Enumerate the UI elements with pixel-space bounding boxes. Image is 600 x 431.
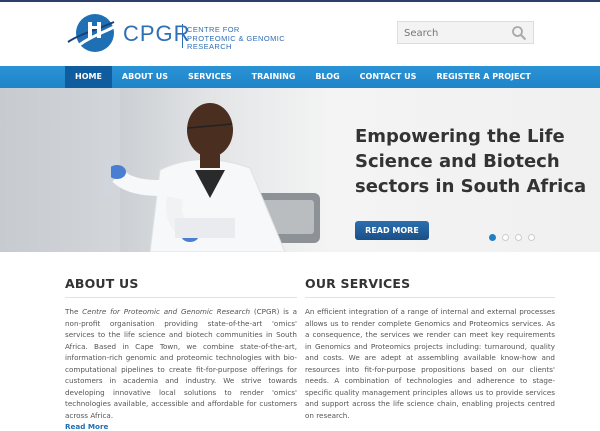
slider-dot-4[interactable] (528, 234, 535, 241)
about-body: (CPGR) is a non-profit organisation prov… (65, 307, 298, 420)
nav-item-contact-us[interactable]: CONTACT US (350, 66, 427, 88)
about-heading: ABOUT US (65, 276, 139, 291)
logo-wordmark: CPGR (123, 21, 191, 46)
hero-scientist-image (0, 88, 345, 252)
cpgr-logo[interactable]: CPGR CENTRE FOR PROTEOMIC & GENOMIC RESE… (66, 12, 286, 58)
nav-item-services[interactable]: SERVICES (178, 66, 242, 88)
main-nav: HOME ABOUT US SERVICES TRAINING BLOG CON… (0, 66, 600, 88)
about-prefix: The (65, 307, 83, 316)
about-divider (65, 297, 297, 298)
logo-tagline: CENTRE FOR PROTEOMIC & GENOMIC RESEARCH (187, 25, 286, 51)
services-heading: OUR SERVICES (305, 276, 411, 291)
services-divider (305, 297, 555, 298)
nav-item-about-us[interactable]: ABOUT US (112, 66, 178, 88)
about-read-more-link[interactable]: Read More (65, 422, 297, 431)
about-section: ABOUT US The Centre for Proteomic and Ge… (65, 276, 297, 431)
services-section: OUR SERVICES An efficient integration of… (305, 276, 555, 421)
nav-item-training[interactable]: TRAINING (242, 66, 306, 88)
search-box (397, 21, 534, 44)
nav-item-blog[interactable]: BLOG (305, 66, 349, 88)
slider-dot-2[interactable] (502, 234, 509, 241)
hero-read-more-button[interactable]: READ MORE (355, 221, 429, 240)
about-org-name: Centre for Proteomic and Genomic Researc… (82, 307, 251, 316)
nav-item-home[interactable]: HOME (65, 66, 112, 88)
hero-headline: Empowering the Life Science and Biotech … (355, 126, 587, 197)
logo-separator (182, 24, 183, 48)
nav-item-register-project[interactable]: REGISTER A PROJECT (426, 66, 540, 88)
about-text: The Centre for Proteomic and Genomic Res… (65, 306, 297, 421)
search-input[interactable] (404, 25, 504, 41)
site-header: CPGR CENTRE FOR PROTEOMIC & GENOMIC RESE… (0, 2, 600, 66)
hero-slider: Empowering the Life Science and Biotech … (0, 88, 600, 252)
slider-dots (489, 234, 535, 241)
slider-dot-3[interactable] (515, 234, 522, 241)
logo-globe-icon (67, 14, 117, 52)
services-text: An efficient integration of a range of i… (305, 307, 555, 420)
slider-dot-1[interactable] (489, 234, 496, 241)
search-icon[interactable] (511, 25, 527, 41)
